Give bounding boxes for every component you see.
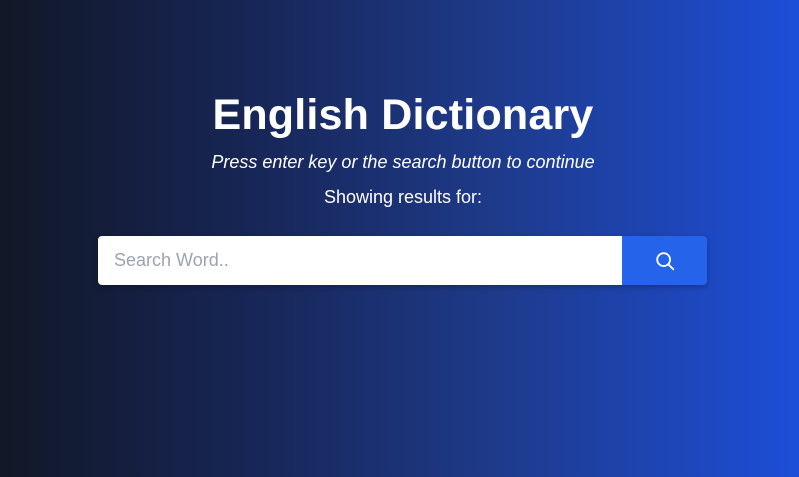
instruction-text: Press enter key or the search button to … bbox=[211, 152, 595, 172]
page-title: English Dictionary bbox=[212, 91, 594, 139]
results-label: Showing results for: bbox=[323, 187, 483, 207]
search-icon bbox=[655, 251, 674, 270]
dictionary-page: English Dictionary Press enter key or th… bbox=[0, 0, 799, 477]
search-input[interactable] bbox=[98, 236, 622, 285]
search-button[interactable] bbox=[622, 236, 707, 285]
search-bar bbox=[98, 236, 707, 285]
